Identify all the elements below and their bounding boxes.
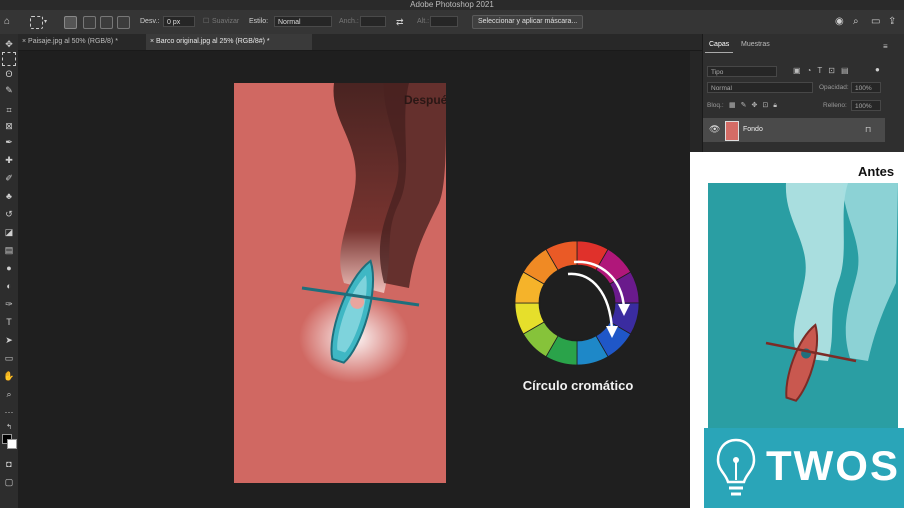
layers-panel: Capas Muestras ≡ Tipo ▣◔T⊡▤ ● Normal Opa…: [702, 34, 904, 154]
tab-barco-original[interactable]: × Barco original.jpg al 25% (RGB/8#) *: [146, 34, 312, 50]
color-wheel: [514, 240, 640, 366]
antialias-checkbox[interactable]: ☐: [203, 16, 209, 28]
gradient-tool-icon[interactable]: ▤: [3, 244, 15, 256]
dodge-tool-icon[interactable]: ◐: [3, 280, 15, 292]
fill-label: Relleno:: [823, 102, 847, 109]
frame-tool-icon[interactable]: ⊠: [3, 120, 15, 132]
tab-paisaje[interactable]: × Paisaje.jpg al 50% (RGB/8) *: [18, 34, 146, 50]
style-label: Estilo:: [249, 18, 269, 25]
document-tabs: × Paisaje.jpg al 50% (RGB/8) * × Barco o…: [18, 34, 702, 51]
subtract-selection-icon[interactable]: [100, 16, 113, 29]
layer-row[interactable]: 👁︎ Fondo ⊓: [703, 118, 885, 142]
swap-icon[interactable]: ⇄: [396, 16, 404, 28]
crop-tool-icon[interactable]: ⌗: [3, 104, 15, 116]
share-icon[interactable]: ⇪: [888, 16, 896, 28]
watermark-banner: TWOS: [704, 428, 904, 508]
tab-layers[interactable]: Capas: [705, 38, 734, 53]
swap-colors-icon[interactable]: ↰: [3, 422, 15, 434]
select-and-mask-button[interactable]: Seleccionar y aplicar máscara...: [472, 15, 584, 29]
clone-stamp-tool-icon[interactable]: ♣: [3, 190, 15, 202]
blend-mode-select[interactable]: Normal: [707, 82, 813, 93]
window-title: Adobe Photoshop 2021: [0, 0, 904, 10]
tools-panel: ✥ ʘ ✎ ⌗ ⊠ ✒ ✚ ✐ ♣ ↺ ◪ ▤ ● ◐ ✑ T ➤ ▭ ✋ ⌕ …: [0, 34, 19, 508]
opacity-input[interactable]: 100%: [851, 82, 881, 93]
home-icon[interactable]: ⌂: [4, 16, 10, 28]
options-bar: ⌂ ▾ Desv.: 0 px ☐ Suavizar Estilo: Norma…: [0, 10, 904, 35]
after-label: Después: [404, 93, 446, 107]
feather-input[interactable]: 0 px: [163, 16, 195, 27]
filter-icons[interactable]: ▣◔T⊡▤: [793, 66, 855, 75]
style-select[interactable]: Normal: [274, 16, 332, 27]
new-selection-icon[interactable]: [64, 16, 77, 29]
antialias-label: Suavizar: [212, 18, 240, 25]
after-image-graphic: [234, 83, 446, 483]
kind-filter-select[interactable]: Tipo: [707, 66, 777, 77]
blur-tool-icon[interactable]: ●: [3, 262, 15, 274]
path-select-tool-icon[interactable]: ➤: [3, 334, 15, 346]
eyedropper-tool-icon[interactable]: ✒: [3, 136, 15, 148]
chevron-down-icon[interactable]: ▾: [44, 16, 47, 28]
document-image-after[interactable]: Después: [234, 83, 446, 483]
rectangle-tool-icon[interactable]: ▭: [3, 352, 15, 364]
width-input[interactable]: [360, 16, 386, 27]
tab-samples[interactable]: Muestras: [737, 38, 774, 52]
before-label: Antes: [858, 164, 895, 179]
watermark-brand: TWOS: [766, 442, 900, 489]
tab-label: Paisaje.jpg al 50% (RGB/8) *: [28, 38, 118, 45]
lock-icon: ⊓: [865, 125, 872, 134]
width-label: Anch.:: [339, 18, 359, 25]
app-title: Adobe Photoshop 2021: [410, 0, 494, 9]
tab-label: Barco original.jpg al 25% (RGB/8#) *: [156, 38, 270, 45]
marquee-tool-icon[interactable]: [30, 16, 43, 29]
type-tool-icon[interactable]: T: [3, 316, 15, 328]
hand-tool-icon[interactable]: ✋: [3, 370, 15, 382]
lightbulb-icon: [716, 438, 756, 496]
eye-icon[interactable]: 👁︎: [709, 124, 720, 135]
more-tools-icon[interactable]: ···: [3, 406, 15, 418]
screen-mode-icon[interactable]: ▢: [3, 476, 15, 488]
quick-select-tool-icon[interactable]: ✎: [3, 84, 15, 96]
eraser-tool-icon[interactable]: ◪: [3, 226, 15, 238]
add-selection-icon[interactable]: [83, 16, 96, 29]
intersect-selection-icon[interactable]: [117, 16, 130, 29]
height-label: Alt.:: [417, 18, 430, 25]
feather-label: Desv.:: [140, 18, 160, 25]
panel-menu-icon[interactable]: ≡: [883, 42, 888, 51]
before-image: [708, 183, 898, 429]
layer-thumbnail: [725, 121, 739, 141]
move-tool-icon[interactable]: ✥: [3, 38, 15, 50]
marquee-tool-icon[interactable]: [2, 52, 16, 66]
lock-label: Bloq.:: [707, 102, 724, 109]
filter-toggle-icon[interactable]: ●: [875, 65, 880, 74]
lasso-tool-icon[interactable]: ʘ: [3, 68, 15, 80]
healing-brush-tool-icon[interactable]: ✚: [3, 154, 15, 166]
pen-tool-icon[interactable]: ✑: [3, 298, 15, 310]
brush-tool-icon[interactable]: ✐: [3, 172, 15, 184]
workspace-icon[interactable]: ▭: [871, 16, 880, 28]
color-wheel-center: [540, 266, 614, 340]
height-input[interactable]: [430, 16, 458, 27]
fill-input[interactable]: 100%: [851, 100, 881, 111]
account-icon[interactable]: ◉: [835, 16, 844, 28]
search-icon[interactable]: ⌕: [853, 16, 859, 28]
before-image-graphic: [708, 183, 898, 429]
color-wheel-label: Círculo cromático: [522, 378, 634, 393]
history-brush-tool-icon[interactable]: ↺: [3, 208, 15, 220]
background-color-swatch[interactable]: [7, 439, 17, 449]
quick-mask-icon[interactable]: ◘: [3, 458, 15, 470]
opacity-label: Opacidad:: [819, 84, 849, 91]
layer-name: Fondo: [743, 126, 763, 133]
zoom-tool-icon[interactable]: ⌕: [3, 388, 15, 400]
lock-icons[interactable]: ▦✎✥⊡🔒︎: [729, 101, 782, 110]
